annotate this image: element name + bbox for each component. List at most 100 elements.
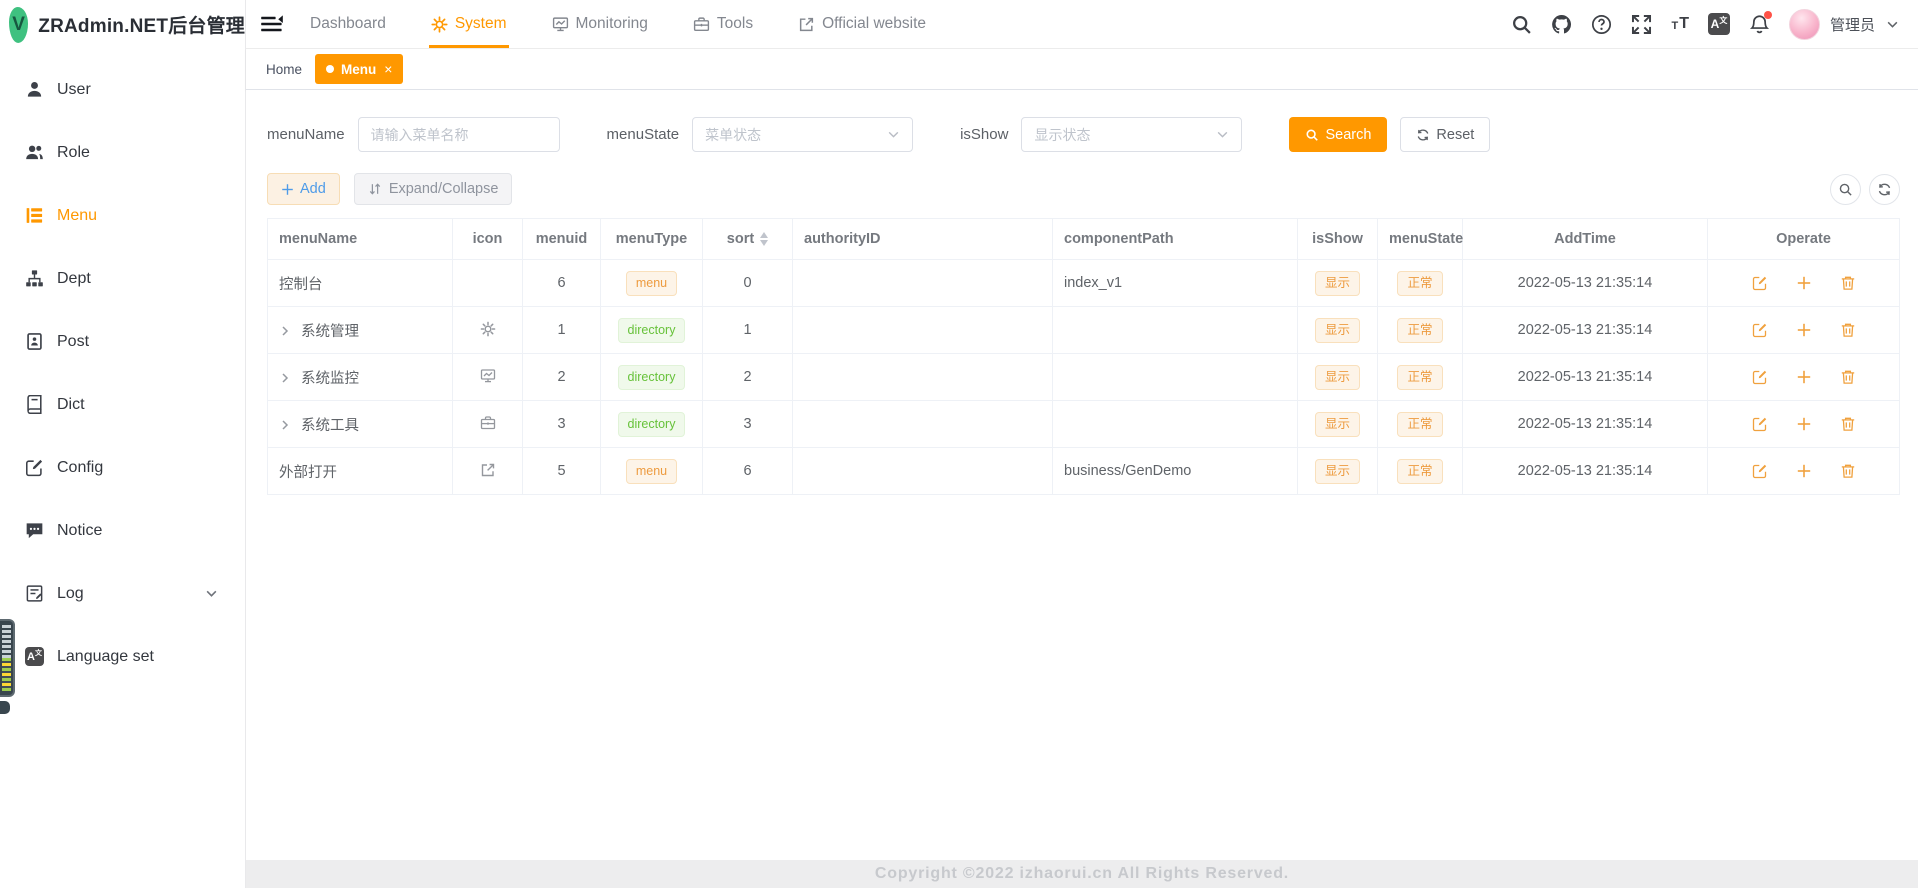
tab-label: Menu — [341, 62, 376, 77]
cell-addtime: 2022-05-13 21:35:14 — [1463, 307, 1708, 354]
active-tab-dot — [326, 65, 334, 73]
column-header-sort[interactable]: sort — [703, 219, 793, 260]
cell-icon — [453, 307, 523, 354]
nav-tools[interactable]: Tools — [693, 0, 753, 48]
cell-isshow: 显示 — [1298, 401, 1378, 448]
delete-row-button[interactable] — [1840, 416, 1856, 432]
delete-row-button[interactable] — [1840, 275, 1856, 291]
expand-row-icon[interactable] — [279, 372, 291, 384]
user-avatar[interactable] — [1789, 9, 1820, 40]
nav-official-website[interactable]: Official website — [798, 0, 926, 48]
edit-row-button[interactable] — [1752, 369, 1768, 385]
sidebar-item-dict[interactable]: Dict — [0, 373, 245, 436]
top-navigation: Dashboard System Monitoring Tools Offici… — [310, 0, 971, 48]
close-tab-icon[interactable]: × — [384, 61, 392, 77]
menu-state-placeholder: 菜单状态 — [705, 125, 761, 145]
search-icon — [1305, 128, 1319, 142]
sidebar-item-menu[interactable]: Menu — [0, 184, 245, 247]
sidebar-item-log[interactable]: Log — [0, 562, 245, 625]
sort-arrows-icon — [368, 182, 382, 196]
logo-row: V ZRAdmin.NET后台管理 — [0, 0, 245, 49]
fullscreen-icon[interactable] — [1631, 14, 1652, 35]
sidebar-item-config[interactable]: Config — [0, 436, 245, 499]
user-name[interactable]: 管理员 — [1830, 14, 1875, 35]
left-edge-widget-tail — [0, 701, 10, 714]
tab-label: Home — [266, 62, 302, 77]
menu-name-input[interactable] — [358, 117, 560, 152]
edit-row-button[interactable] — [1752, 275, 1768, 291]
cell-componentpath — [1053, 401, 1298, 448]
nav-monitoring[interactable]: Monitoring — [552, 0, 648, 48]
add-child-button[interactable] — [1796, 275, 1812, 291]
tab-menu[interactable]: Menu × — [315, 54, 403, 84]
font-size-icon[interactable]: TT — [1671, 16, 1689, 32]
sidebar-item-label: Language set — [57, 648, 154, 666]
sidebar-item-label: Menu — [57, 207, 97, 225]
cell-icon — [453, 448, 523, 495]
menu-state-select[interactable]: 菜单状态 — [692, 117, 913, 152]
cell-addtime: 2022-05-13 21:35:14 — [1463, 401, 1708, 448]
menu-type-tag: menu — [626, 459, 677, 484]
sort-carets-icon[interactable] — [760, 232, 768, 246]
delete-row-button[interactable] — [1840, 322, 1856, 338]
footer: Copyright ©2022 izhaorui.cn All Rights R… — [246, 860, 1918, 888]
add-button-label: Add — [300, 181, 326, 197]
nav-dashboard[interactable]: Dashboard — [310, 0, 386, 48]
add-child-button[interactable] — [1796, 463, 1812, 479]
nav-system[interactable]: System — [431, 0, 507, 48]
cell-menuid: 3 — [523, 401, 601, 448]
column-header-Operate: Operate — [1708, 219, 1900, 260]
edit-row-button[interactable] — [1752, 322, 1768, 338]
add-child-button[interactable] — [1796, 369, 1812, 385]
search-button[interactable]: Search — [1289, 117, 1387, 152]
delete-row-button[interactable] — [1840, 463, 1856, 479]
delete-row-button[interactable] — [1840, 369, 1856, 385]
cell-menutype: menu — [601, 448, 703, 495]
filter-is-show: isShow 显示状态 — [960, 117, 1242, 152]
language-switch-icon[interactable]: A文 — [1708, 13, 1730, 35]
add-button[interactable]: Add — [267, 173, 340, 205]
sidebar-item-language-set[interactable]: A文 Language set — [0, 625, 245, 688]
sidebar-item-post[interactable]: Post — [0, 310, 245, 373]
app-logo: V — [9, 7, 28, 43]
toggle-search-button[interactable] — [1830, 174, 1861, 205]
sidebar-item-user[interactable]: User — [0, 58, 245, 121]
is-show-select[interactable]: 显示状态 — [1021, 117, 1242, 152]
cell-menutype: directory — [601, 354, 703, 401]
tree-menu-icon — [25, 206, 44, 225]
expand-row-icon[interactable] — [279, 419, 291, 431]
tab-home[interactable]: Home — [266, 62, 302, 77]
cell-sort: 2 — [703, 354, 793, 401]
refresh-icon — [1416, 128, 1430, 142]
edit-row-button[interactable] — [1752, 463, 1768, 479]
sidebar-item-role[interactable]: Role — [0, 121, 245, 184]
toolbar-right — [1830, 174, 1900, 205]
sidebar-item-notice[interactable]: Notice — [0, 499, 245, 562]
is-show-tag: 显示 — [1315, 271, 1360, 296]
user-menu-chevron-icon[interactable] — [1886, 18, 1899, 31]
refresh-table-button[interactable] — [1869, 174, 1900, 205]
edit-row-button[interactable] — [1752, 416, 1768, 432]
is-show-tag: 显示 — [1315, 412, 1360, 437]
column-header-authorityID: authorityID — [793, 219, 1053, 260]
notification-bell-icon[interactable] — [1749, 14, 1770, 35]
expand-row-icon[interactable] — [279, 325, 291, 337]
add-child-button[interactable] — [1796, 322, 1812, 338]
table-row: 外部打开5menu6business/GenDemo显示正常2022-05-13… — [268, 448, 1900, 495]
cell-menuname: 系统监控 — [268, 354, 453, 401]
reset-button[interactable]: Reset — [1400, 117, 1490, 152]
cell-menuname: 控制台 — [268, 260, 453, 307]
github-icon[interactable] — [1551, 14, 1572, 35]
sidebar-item-dept[interactable]: Dept — [0, 247, 245, 310]
column-header-componentPath: componentPath — [1053, 219, 1298, 260]
help-icon[interactable] — [1591, 14, 1612, 35]
cell-componentpath: business/GenDemo — [1053, 448, 1298, 495]
column-header-menuid: menuid — [523, 219, 601, 260]
add-child-button[interactable] — [1796, 416, 1812, 432]
search-icon[interactable] — [1511, 14, 1532, 35]
cell-menutype: directory — [601, 307, 703, 354]
expand-collapse-button[interactable]: Expand/Collapse — [354, 173, 513, 205]
menu-state-label: menuState — [607, 126, 680, 143]
sidebar-item-label: Config — [57, 459, 103, 477]
collapse-sidebar-icon[interactable] — [260, 13, 284, 35]
